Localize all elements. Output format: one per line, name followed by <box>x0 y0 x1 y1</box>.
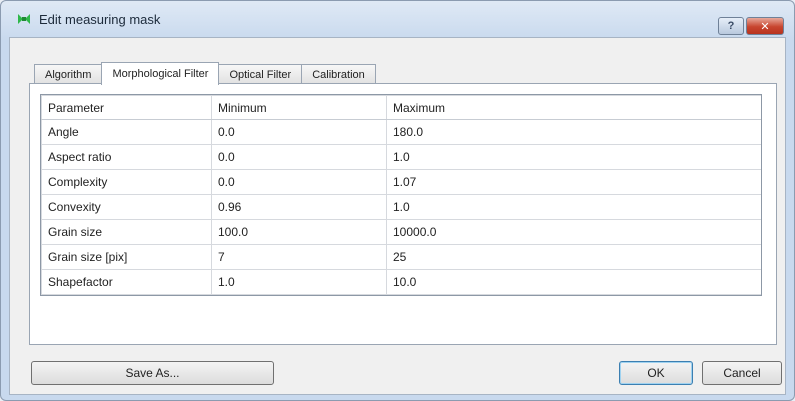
minimum-cell[interactable]: 1.0 <box>211 269 387 295</box>
table-row[interactable]: Aspect ratio 0.0 1.0 <box>41 144 761 170</box>
maximum-cell[interactable]: 10.0 <box>386 269 761 295</box>
maximum-cell[interactable]: 1.0 <box>386 144 761 170</box>
tab-optical-filter[interactable]: Optical Filter <box>218 64 303 84</box>
cancel-button[interactable]: Cancel <box>702 361 782 385</box>
table-row[interactable]: Grain size 100.0 10000.0 <box>41 219 761 245</box>
tab-morphological-filter[interactable]: Morphological Filter <box>101 62 220 85</box>
column-header-maximum[interactable]: Maximum <box>386 95 761 120</box>
maximum-cell[interactable]: 1.07 <box>386 169 761 195</box>
help-button[interactable]: ? <box>718 17 744 35</box>
minimum-cell[interactable]: 100.0 <box>211 219 387 245</box>
morphological-filter-panel: Parameter Minimum Maximum Angle 0.0 180.… <box>29 83 777 345</box>
table-row[interactable]: Complexity 0.0 1.07 <box>41 169 761 195</box>
parameter-cell: Grain size [pix] <box>41 244 212 270</box>
close-button[interactable]: ✕ <box>746 17 784 35</box>
table-row[interactable]: Angle 0.0 180.0 <box>41 119 761 145</box>
title-bar[interactable]: Edit measuring mask ? ✕ <box>1 1 794 37</box>
title-buttons: ? ✕ <box>718 17 784 35</box>
parameter-cell: Angle <box>41 119 212 145</box>
column-header-minimum[interactable]: Minimum <box>211 95 387 120</box>
ok-button[interactable]: OK <box>619 361 693 385</box>
minimum-cell[interactable]: 0.0 <box>211 119 387 145</box>
parameter-cell: Complexity <box>41 169 212 195</box>
tab-strip: Algorithm Morphological Filter Optical F… <box>34 62 376 85</box>
dialog-window: Edit measuring mask ? ✕ Algorithm Morpho… <box>0 0 795 401</box>
save-as-button[interactable]: Save As... <box>31 361 274 385</box>
window-title: Edit measuring mask <box>39 11 161 27</box>
app-icon <box>18 14 30 24</box>
parameter-table: Parameter Minimum Maximum Angle 0.0 180.… <box>40 94 762 296</box>
maximum-cell[interactable]: 25 <box>386 244 761 270</box>
tab-algorithm[interactable]: Algorithm <box>34 64 103 84</box>
parameter-cell: Shapefactor <box>41 269 212 295</box>
maximum-cell[interactable]: 10000.0 <box>386 219 761 245</box>
help-icon: ? <box>727 20 735 32</box>
maximum-cell[interactable]: 1.0 <box>386 194 761 220</box>
table-row[interactable]: Grain size [pix] 7 25 <box>41 244 761 270</box>
table-row[interactable]: Shapefactor 1.0 10.0 <box>41 269 761 295</box>
close-icon: ✕ <box>760 20 770 33</box>
dialog-client-area: Algorithm Morphological Filter Optical F… <box>9 37 786 395</box>
parameter-cell: Convexity <box>41 194 212 220</box>
minimum-cell[interactable]: 7 <box>211 244 387 270</box>
parameter-cell: Grain size <box>41 219 212 245</box>
table-row[interactable]: Convexity 0.96 1.0 <box>41 194 761 220</box>
column-header-parameter[interactable]: Parameter <box>41 95 212 120</box>
maximum-cell[interactable]: 180.0 <box>386 119 761 145</box>
table-header-row: Parameter Minimum Maximum <box>41 95 761 120</box>
minimum-cell[interactable]: 0.0 <box>211 144 387 170</box>
parameter-cell: Aspect ratio <box>41 144 212 170</box>
minimum-cell[interactable]: 0.0 <box>211 169 387 195</box>
tab-calibration[interactable]: Calibration <box>301 64 376 84</box>
minimum-cell[interactable]: 0.96 <box>211 194 387 220</box>
